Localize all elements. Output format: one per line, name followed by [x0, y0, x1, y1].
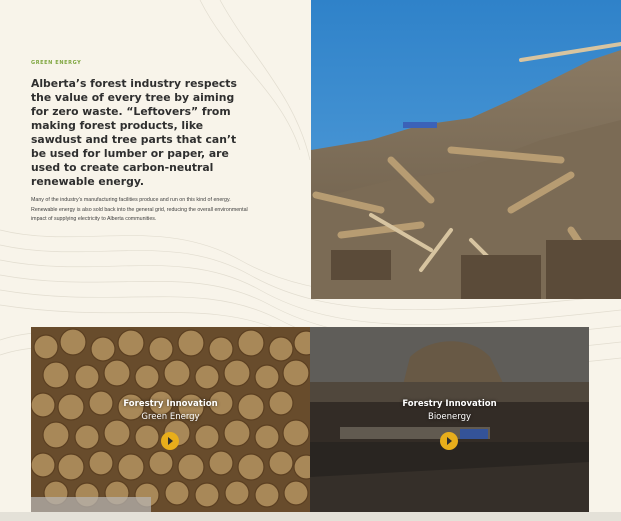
- card-bioenergy[interactable]: Forestry Innovation Bioenergy: [310, 327, 589, 512]
- intro-section: GREEN ENERGY Alberta’s forest industry r…: [31, 60, 251, 225]
- wood-waste-photo: [311, 0, 621, 299]
- card-text: Forestry Innovation Bioenergy: [310, 399, 589, 422]
- section-eyebrow: GREEN ENERGY: [31, 60, 82, 66]
- card-subtitle: Green Energy: [141, 412, 200, 422]
- play-button[interactable]: [440, 432, 458, 450]
- section-body-text: Many of the industry’s manufacturing fac…: [31, 197, 248, 222]
- card-title: Forestry Innovation: [123, 399, 218, 409]
- card-green-energy[interactable]: Forestry Innovation Green Energy: [31, 327, 310, 512]
- card-text: Forestry Innovation Green Energy: [31, 399, 310, 422]
- cards-row: Forestry Innovation Green Energy Forestr…: [31, 327, 589, 512]
- play-arrow-icon: [168, 437, 173, 445]
- card-subtitle: Bioenergy: [427, 412, 471, 422]
- card-title: Forestry Innovation: [402, 399, 497, 409]
- page-bottom-strip: [0, 512, 621, 521]
- section-headline: Alberta’s forest industry respects the v…: [31, 77, 237, 188]
- play-button[interactable]: [161, 432, 179, 450]
- play-arrow-icon: [447, 437, 452, 445]
